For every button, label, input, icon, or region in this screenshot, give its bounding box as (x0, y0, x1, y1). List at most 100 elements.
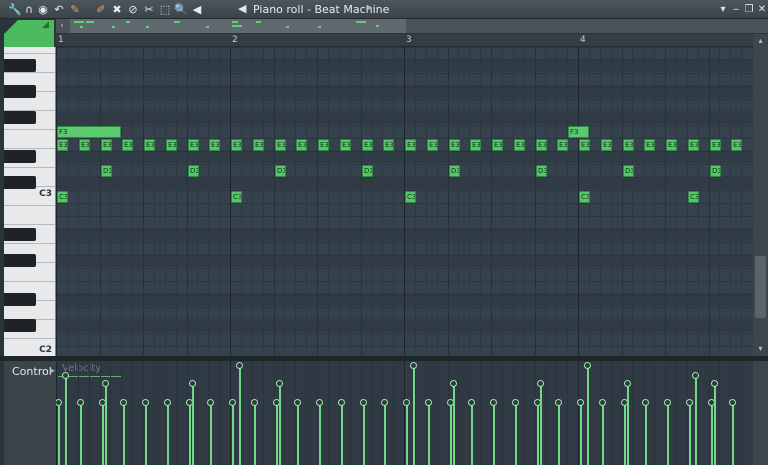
note-c3[interactable]: C3 (579, 191, 590, 203)
note-e3[interactable]: E3 (557, 139, 568, 151)
note-e3[interactable]: E3 (579, 139, 590, 151)
velocity-handle[interactable] (236, 362, 243, 369)
velocity-bar[interactable] (453, 383, 455, 465)
velocity-handle[interactable] (77, 399, 84, 406)
velocity-bar[interactable] (297, 402, 299, 465)
note-e3[interactable]: E3 (57, 139, 68, 151)
note-d3[interactable]: D3 (101, 165, 112, 177)
note-e3[interactable]: E3 (318, 139, 329, 151)
velocity-bar[interactable] (80, 402, 82, 465)
velocity-bar[interactable] (580, 402, 582, 465)
note-e3[interactable]: E3 (449, 139, 460, 151)
note-e3[interactable]: E3 (514, 139, 525, 151)
black-key[interactable] (4, 319, 36, 332)
note-e3[interactable]: E3 (144, 139, 155, 151)
velocity-handle[interactable] (512, 399, 519, 406)
note-d3[interactable]: D3 (536, 165, 547, 177)
velocity-bar[interactable] (319, 402, 321, 465)
velocity-bar[interactable] (537, 402, 539, 465)
note-e3[interactable]: E3 (623, 139, 634, 151)
scroll-down-icon[interactable]: ▾ (753, 342, 768, 354)
velocity-handle[interactable] (229, 399, 236, 406)
black-key[interactable] (4, 254, 36, 267)
note-e3[interactable]: E3 (122, 139, 133, 151)
velocity-handle[interactable] (410, 362, 417, 369)
timeline-ruler[interactable]: 12345 (56, 34, 760, 47)
black-key[interactable] (4, 111, 36, 124)
velocity-handle[interactable] (537, 380, 544, 387)
note-e3[interactable]: E3 (362, 139, 373, 151)
magnet-icon[interactable]: ∩ (22, 2, 36, 16)
note-e3[interactable]: E3 (340, 139, 351, 151)
note-c3[interactable]: C3 (688, 191, 699, 203)
velocity-bar[interactable] (493, 402, 495, 465)
note-c3[interactable]: C3 (231, 191, 242, 203)
black-key[interactable] (4, 59, 36, 72)
wrench-icon[interactable]: 🔧 (8, 2, 22, 16)
velocity-bar[interactable] (145, 402, 147, 465)
velocity-bar[interactable] (540, 383, 542, 465)
ruler-bar-3[interactable]: 3 (406, 35, 412, 45)
title-menu-arrow-icon[interactable]: ▸ (368, 3, 373, 13)
velocity-bar[interactable] (105, 383, 107, 465)
velocity-handle[interactable] (189, 380, 196, 387)
velocity-bar[interactable] (341, 402, 343, 465)
velocity-bar[interactable] (363, 402, 365, 465)
velocity-handle[interactable] (120, 399, 127, 406)
velocity-bar[interactable] (413, 365, 415, 465)
velocity-handle[interactable] (142, 399, 149, 406)
velocity-bar[interactable] (627, 383, 629, 465)
velocity-bar[interactable] (667, 402, 669, 465)
velocity-bar[interactable] (279, 383, 281, 465)
speaker-icon[interactable]: ◀ (238, 2, 246, 15)
note-e3[interactable]: E3 (731, 139, 742, 151)
note-f3[interactable]: F3 (568, 126, 589, 138)
note-d3[interactable]: D3 (362, 165, 373, 177)
black-key[interactable] (4, 150, 36, 163)
note-e3[interactable]: E3 (536, 139, 547, 151)
note-e3[interactable]: E3 (101, 139, 112, 151)
note-e3[interactable]: E3 (405, 139, 416, 151)
velocity-handle[interactable] (577, 399, 584, 406)
scrollbar-thumb[interactable] (755, 256, 766, 318)
mute-icon[interactable]: ⊘ (126, 2, 140, 16)
minimize-button[interactable]: ‒ (729, 2, 743, 16)
velocity-bar[interactable] (167, 402, 169, 465)
velocity-bar[interactable] (714, 383, 716, 465)
velocity-handle[interactable] (102, 380, 109, 387)
control-arrow-icon[interactable]: ▸ (51, 366, 55, 375)
pencil-icon[interactable]: ✎ (68, 2, 82, 16)
undo-icon[interactable]: ↶ (52, 2, 66, 16)
velocity-bar[interactable] (602, 402, 604, 465)
note-e3[interactable]: E3 (188, 139, 199, 151)
vertical-scrollbar[interactable]: ▴ ▾ (753, 34, 768, 356)
black-key[interactable] (4, 85, 36, 98)
velocity-handle[interactable] (164, 399, 171, 406)
pattern-overview[interactable]: ‹ (56, 19, 768, 33)
slice-icon[interactable]: ✂ (142, 2, 156, 16)
playback-icon[interactable]: ◀ (190, 2, 204, 16)
restore-button[interactable]: ❐ (742, 2, 756, 16)
note-e3[interactable]: E3 (209, 139, 220, 151)
velocity-bar[interactable] (232, 402, 234, 465)
note-e3[interactable]: E3 (231, 139, 242, 151)
velocity-handle[interactable] (692, 372, 699, 379)
note-e3[interactable]: E3 (79, 139, 90, 151)
velocity-handle[interactable] (624, 380, 631, 387)
note-e3[interactable]: E3 (383, 139, 394, 151)
velocity-bar[interactable] (123, 402, 125, 465)
note-e3[interactable]: E3 (253, 139, 264, 151)
black-key[interactable] (4, 293, 36, 306)
velocity-bar[interactable] (624, 402, 626, 465)
note-c3[interactable]: C3 (57, 191, 68, 203)
note-d3[interactable]: D3 (449, 165, 460, 177)
velocity-handle[interactable] (316, 399, 323, 406)
note-c3[interactable]: C3 (405, 191, 416, 203)
note-grid[interactable]: F3 F3 E3 E3 E3 E3 E3 E3 E3 E3 E3 E3 E3 E3 E3 E3 E3 E3 E3 E3… (56, 47, 753, 356)
velocity-bar[interactable] (276, 402, 278, 465)
velocity-handle[interactable] (276, 380, 283, 387)
note-e3[interactable]: E3 (601, 139, 612, 151)
velocity-handle[interactable] (468, 399, 475, 406)
velocity-bar[interactable] (558, 402, 560, 465)
velocity-bar[interactable] (384, 402, 386, 465)
